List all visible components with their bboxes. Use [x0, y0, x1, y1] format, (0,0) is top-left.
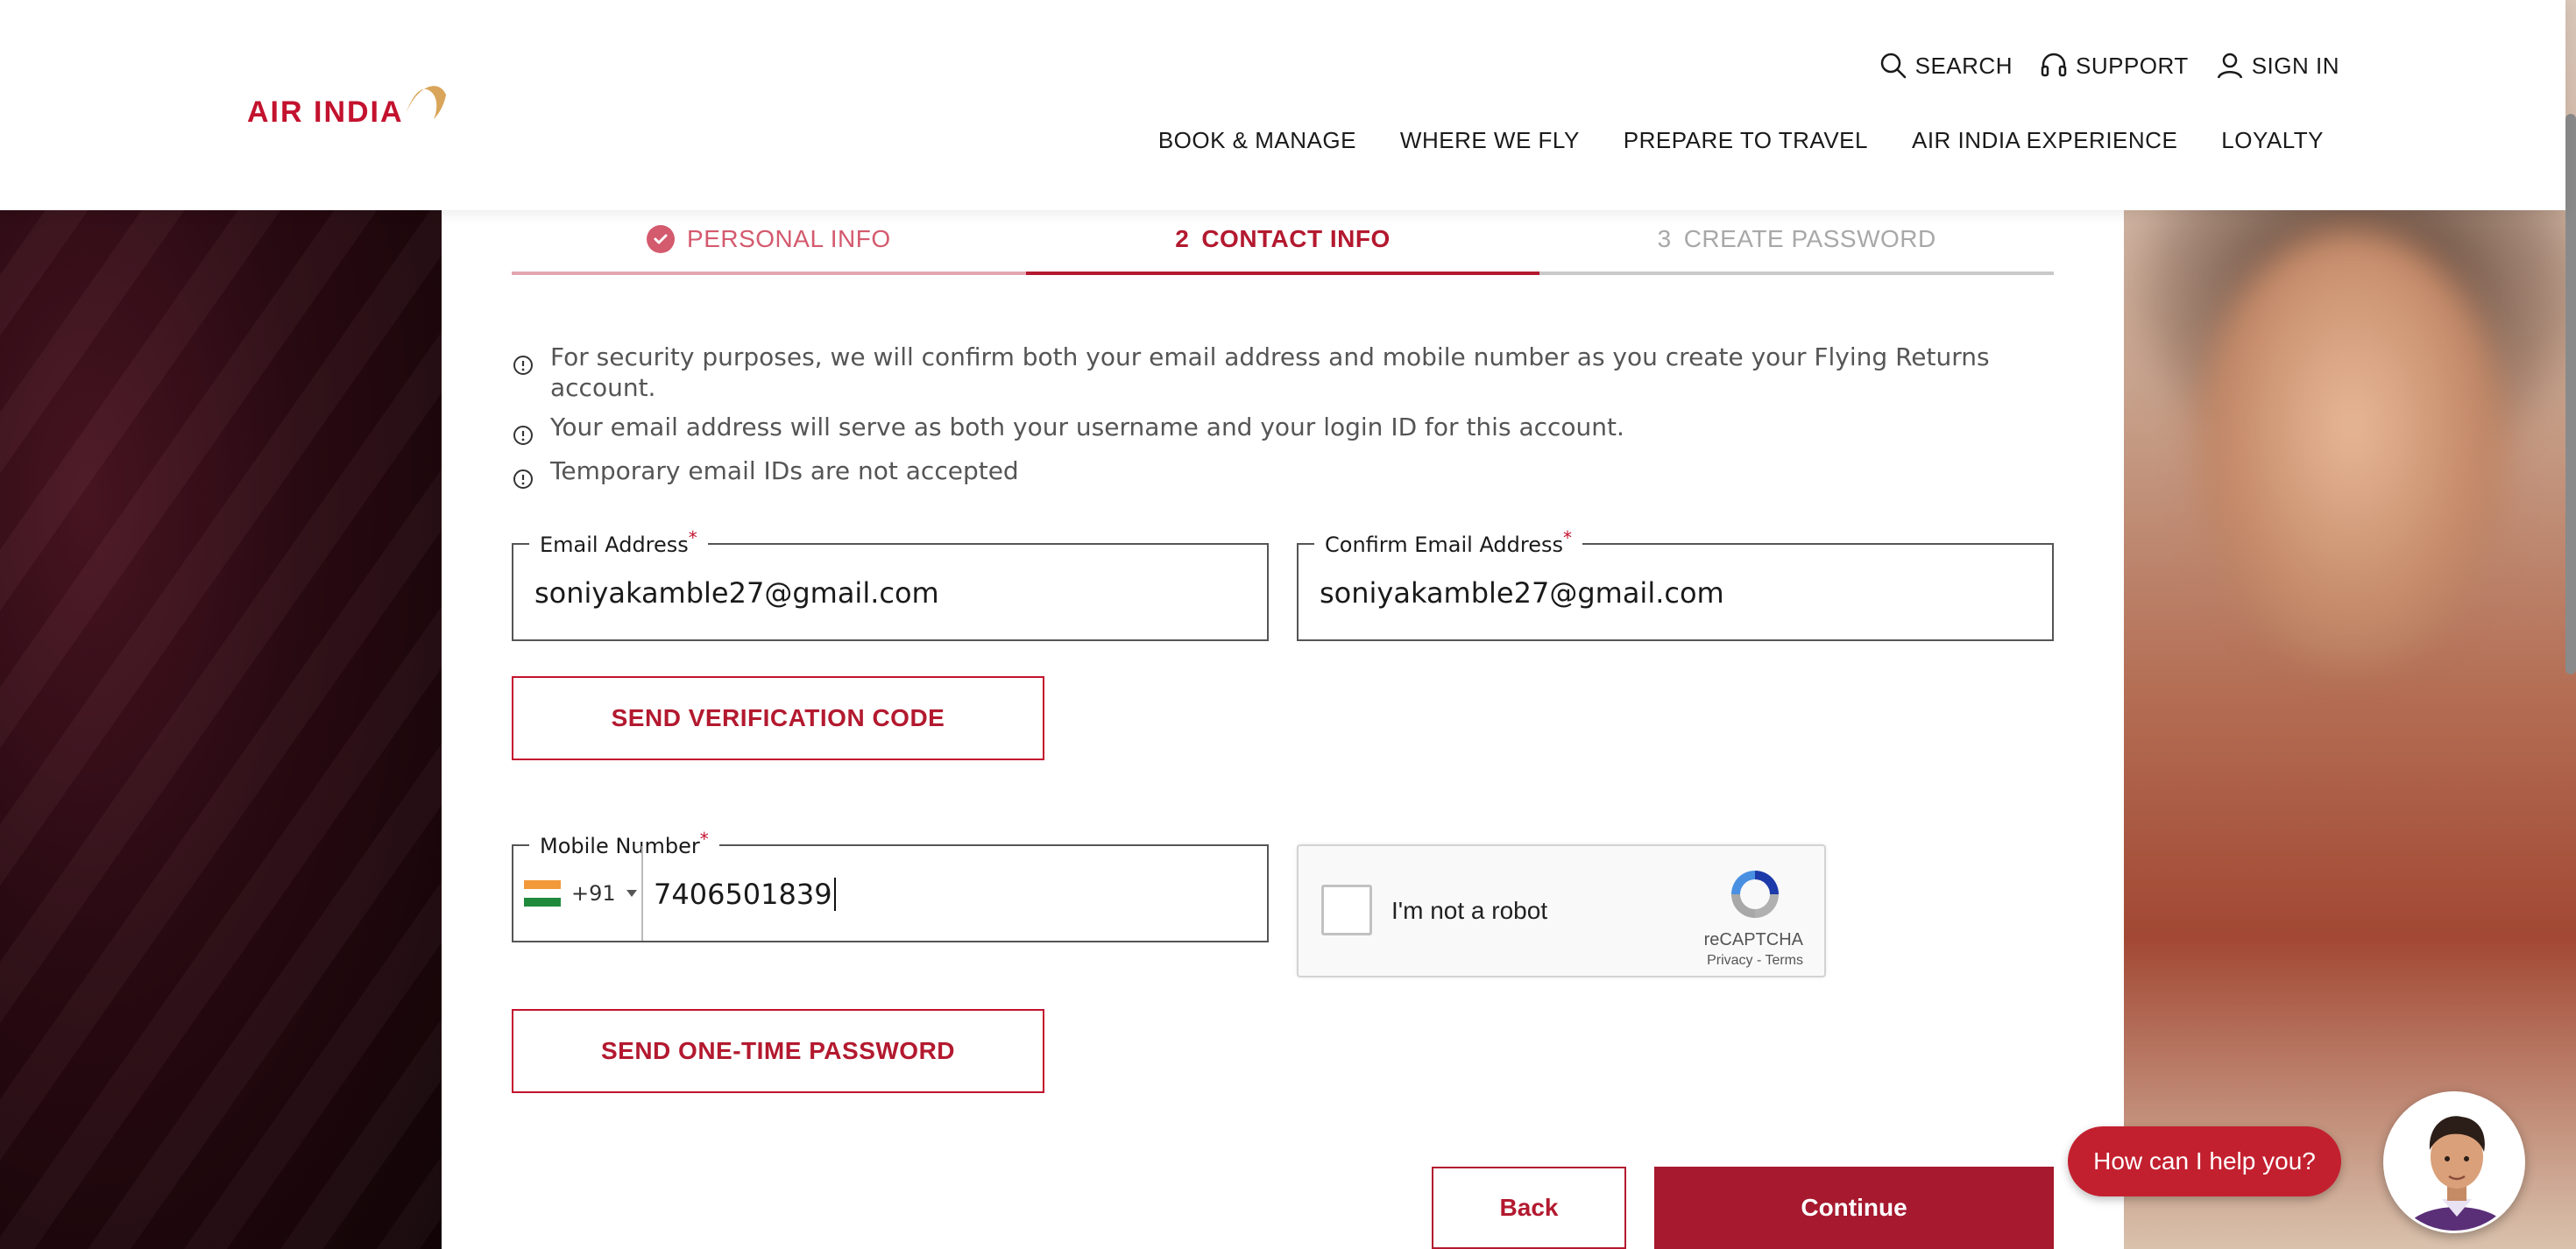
- logo-text: AIR INDIA: [247, 95, 404, 129]
- country-code: +91: [571, 881, 616, 906]
- search-icon: [1880, 53, 1906, 79]
- step-label: CONTACT INFO: [1201, 225, 1391, 252]
- recaptcha-terms-link[interactable]: Privacy - Terms: [1707, 953, 1803, 969]
- page-scrollbar[interactable]: [2565, 114, 2576, 674]
- send-verification-code-button[interactable]: SEND VERIFICATION CODE: [512, 676, 1044, 760]
- utility-nav: SEARCH SUPPORT SIGN IN: [1879, 51, 2339, 81]
- caret-down-icon: [626, 890, 637, 897]
- info-icon: [513, 356, 533, 375]
- confirm-email-value: soniyakamble27@gmail.com: [1320, 576, 1724, 610]
- mobile-input[interactable]: 7406501839: [654, 878, 836, 911]
- support-label: SUPPORT: [2075, 52, 2189, 79]
- country-code-select[interactable]: +91: [513, 846, 643, 941]
- support-link[interactable]: SUPPORT: [2039, 51, 2189, 81]
- main-nav: BOOK & MANAGE WHERE WE FLY PREPARE TO TR…: [1158, 127, 2324, 154]
- user-icon: [2217, 53, 2242, 79]
- recaptcha-brand: reCAPTCHA: [1703, 930, 1803, 949]
- nav-prepare-to-travel[interactable]: PREPARE TO TRAVEL: [1624, 127, 1868, 154]
- signup-stepper: PERSONAL INFO 2 CONTACT INFO 3 CREATE PA…: [512, 215, 2055, 275]
- info-text: Temporary email IDs are not accepted: [550, 456, 1019, 485]
- recaptcha-checkbox[interactable]: [1321, 885, 1372, 935]
- info-text: Your email address will serve as both yo…: [550, 413, 1624, 441]
- step-number: 3: [1657, 225, 1672, 252]
- nav-air-india-experience[interactable]: AIR INDIA EXPERIENCE: [1912, 127, 2177, 154]
- chat-help-bubble[interactable]: How can I help you?: [2068, 1126, 2341, 1196]
- send-otp-button[interactable]: SEND ONE-TIME PASSWORD: [512, 1009, 1044, 1093]
- recaptcha-logo-icon: [1731, 871, 1779, 918]
- step-personal-info[interactable]: PERSONAL INFO: [512, 215, 1026, 275]
- info-item: Temporary email IDs are not accepted: [512, 455, 2054, 490]
- site-header: AIR INDIA SEARCH SUPPORT SIGN IN BOOK & …: [0, 0, 2565, 210]
- continue-button[interactable]: Continue: [1654, 1167, 2054, 1249]
- nav-loyalty[interactable]: LOYALTY: [2221, 127, 2324, 154]
- step-label: PERSONAL INFO: [687, 225, 891, 252]
- recaptcha-widget: I'm not a robot reCAPTCHA Privacy - Term…: [1297, 844, 1826, 977]
- info-icon: [513, 469, 533, 489]
- email-value: soniyakamble27@gmail.com: [534, 576, 939, 610]
- info-text: For security purposes, we will confirm b…: [550, 342, 1990, 402]
- info-icon: [513, 426, 533, 445]
- india-flag-icon: [524, 880, 561, 907]
- photo-face: [2194, 228, 2509, 666]
- confirm-email-label: Confirm Email Address*: [1314, 527, 1583, 557]
- info-list: For security purposes, we will confirm b…: [512, 342, 2054, 499]
- step-contact-info: 2 CONTACT INFO: [1025, 215, 1540, 275]
- info-item: For security purposes, we will confirm b…: [512, 342, 2054, 403]
- sign-in-label: SIGN IN: [2251, 52, 2339, 79]
- nav-book-manage[interactable]: BOOK & MANAGE: [1158, 127, 1356, 154]
- nav-where-we-fly[interactable]: WHERE WE FLY: [1400, 127, 1580, 154]
- logo-swoosh-icon: [405, 86, 446, 119]
- recaptcha-label: I'm not a robot: [1391, 897, 1548, 924]
- info-item: Your email address will serve as both yo…: [512, 412, 2054, 447]
- sign-in-link[interactable]: SIGN IN: [2215, 51, 2339, 81]
- assistant-avatar-icon: [2386, 1094, 2523, 1231]
- step-label: CREATE PASSWORD: [1683, 225, 1936, 252]
- air-india-logo[interactable]: AIR INDIA: [247, 75, 449, 130]
- mobile-number-field: Mobile Number* +91 7406501839: [512, 829, 1269, 942]
- search-label: SEARCH: [1914, 52, 2013, 79]
- email-label: Email Address*: [529, 527, 708, 557]
- check-icon: [647, 225, 676, 253]
- back-button[interactable]: Back: [1432, 1167, 1626, 1249]
- step-create-password: 3 CREATE PASSWORD: [1539, 215, 2055, 275]
- search-link[interactable]: SEARCH: [1879, 51, 2013, 81]
- email-field[interactable]: Email Address* soniyakamble27@gmail.com: [512, 527, 1269, 641]
- step-number: 2: [1175, 225, 1190, 252]
- headset-icon: [2041, 53, 2067, 77]
- chat-assistant-avatar[interactable]: [2383, 1091, 2525, 1233]
- confirm-email-field[interactable]: Confirm Email Address* soniyakamble27@gm…: [1297, 527, 2054, 641]
